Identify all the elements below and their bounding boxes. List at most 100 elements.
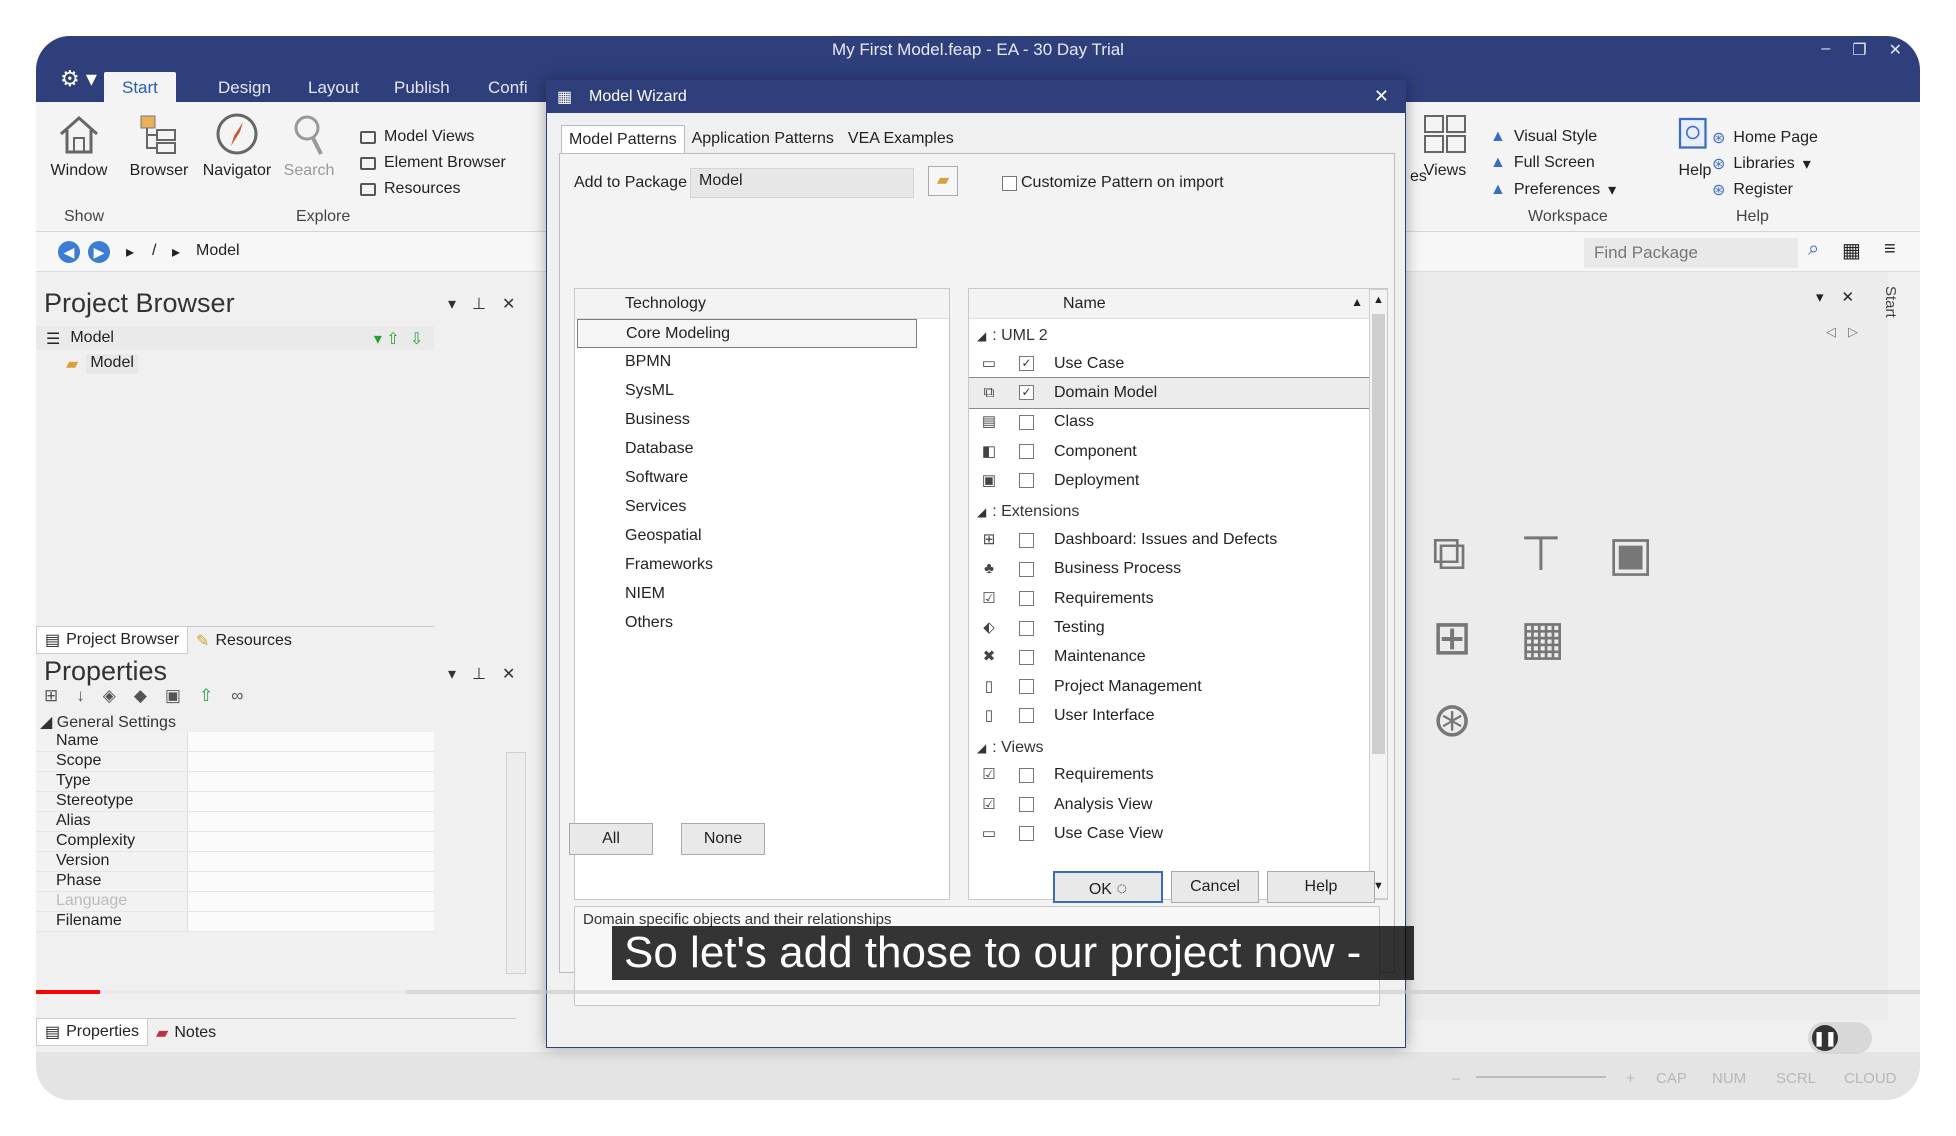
search-icon[interactable]: ⌕ (1808, 238, 1819, 261)
tab-configure[interactable]: Confi (470, 72, 546, 102)
tiles-icon[interactable]: ▦ (1520, 610, 1565, 666)
tree-model-node[interactable]: ▰ Model (36, 350, 434, 374)
full-screen-button[interactable]: ▲ Full Screen (1490, 154, 1595, 172)
preferences-button[interactable]: ▲ Preferences ▾ (1490, 180, 1616, 200)
checkbox-unchecked[interactable] (1019, 473, 1034, 489)
pattern-item[interactable]: ▯ User Interface (969, 701, 1387, 730)
property-row[interactable]: Version (36, 852, 434, 872)
sort-az-icon[interactable]: ↓ (76, 686, 85, 706)
customize-pattern-checkbox[interactable]: Customize Pattern on import (1002, 174, 1224, 192)
checkbox-unchecked[interactable] (1019, 561, 1034, 577)
technology-item[interactable]: Geospatial (575, 522, 949, 551)
link-icon[interactable]: ∞ (231, 686, 243, 706)
pattern-item[interactable]: ☑ Requirements (969, 584, 1387, 613)
libraries-button[interactable]: ⊛ Libraries ▾ (1712, 154, 1811, 174)
close-icon[interactable]: ✕ (1842, 288, 1855, 306)
checkbox-checked[interactable]: ✓ (1019, 356, 1034, 372)
select-none-button[interactable]: None (681, 823, 765, 855)
browse-package-button[interactable]: ▰ (928, 166, 958, 196)
technology-item[interactable]: SysML (575, 377, 949, 406)
restore-button[interactable]: ❐ (1852, 40, 1866, 60)
ok-button[interactable]: OK ◌ (1053, 871, 1163, 903)
scroll-up-icon[interactable]: ▲ (1373, 294, 1384, 306)
property-row[interactable]: Type (36, 772, 434, 792)
tab-design[interactable]: Design (200, 72, 289, 102)
zoom-slider[interactable] (1476, 1076, 1606, 1078)
chevron-down-icon[interactable]: ▾ (448, 294, 456, 314)
find-package-input[interactable]: Find Package (1584, 238, 1798, 268)
chevron-down-icon[interactable]: ▾ (448, 664, 456, 684)
tab-notes[interactable]: ▰ Notes (148, 1019, 224, 1046)
technology-item[interactable]: Others (575, 609, 949, 638)
checkbox-unchecked[interactable] (1019, 649, 1034, 665)
pattern-item[interactable]: ⊞ Dashboard: Issues and Defects (969, 525, 1387, 554)
pin-icon[interactable]: ⊥ (472, 664, 486, 684)
tab-project-browser[interactable]: ▤ Project Browser (36, 627, 189, 654)
pattern-item[interactable]: ▭ Use Case View (969, 819, 1387, 848)
checkbox-unchecked[interactable] (1019, 826, 1034, 842)
select-all-button[interactable]: All (569, 823, 653, 855)
tab-publish[interactable]: Publish (376, 72, 468, 102)
property-row[interactable]: Scope (36, 752, 434, 772)
pattern-item[interactable]: ▯ Project Management (969, 672, 1387, 701)
scroll-left-icon[interactable]: ◁ (1826, 324, 1836, 340)
pattern-item[interactable]: ♣ Business Process (969, 555, 1387, 584)
move-down-icon[interactable]: ⇩ (410, 329, 423, 350)
close-icon[interactable]: ✕ (502, 294, 515, 314)
windows-icon[interactable]: ⧉ (1432, 526, 1466, 582)
tab-properties[interactable]: ▤ Properties (36, 1019, 149, 1046)
pattern-item[interactable]: ☑ Requirements (969, 761, 1387, 790)
property-row[interactable]: Language (36, 892, 434, 912)
video-progress-bar[interactable] (36, 990, 1920, 994)
general-settings-header[interactable]: ◢ General Settings (36, 712, 434, 732)
app-menu-icon[interactable]: ⚙ ▾ (60, 66, 97, 92)
model-views-button[interactable]: Model Views (360, 128, 474, 146)
tag-value-icon[interactable]: ◆ (134, 686, 147, 706)
pin-icon[interactable]: ⊥ (472, 294, 486, 314)
technology-item[interactable]: Services (575, 493, 949, 522)
side-tab-start[interactable]: Start (1882, 286, 1899, 318)
checkbox-unchecked[interactable] (1019, 797, 1034, 812)
forward-button[interactable]: ▶ (88, 241, 110, 263)
folder-check-icon[interactable]: ▣ (1608, 526, 1653, 582)
pattern-group-header[interactable]: ◢: UML 2 (969, 319, 1387, 349)
tab-application-patterns[interactable]: Application Patterns (685, 125, 841, 154)
cancel-button[interactable]: Cancel (1171, 871, 1259, 903)
technology-item[interactable]: Software (575, 464, 949, 493)
breadcrumb-model[interactable]: Model (196, 242, 240, 260)
pattern-item[interactable]: ▭ ✓ Use Case (969, 349, 1387, 378)
checkbox-unchecked[interactable] (1019, 532, 1034, 548)
browser-button[interactable]: Browser (116, 112, 202, 180)
tag-icon[interactable]: ◈ (103, 686, 116, 706)
technology-item[interactable]: BPMN (575, 348, 949, 377)
scroll-right-icon[interactable]: ▷ (1848, 324, 1858, 340)
register-button[interactable]: ⊛ Register (1712, 180, 1793, 200)
checkbox-unchecked[interactable] (1002, 175, 1017, 191)
pattern-list-scrollbar[interactable]: ▲ ▼ (1369, 289, 1387, 899)
properties-scrollbar[interactable] (506, 752, 526, 974)
edit-icon[interactable]: ▣ (165, 686, 181, 706)
window-button[interactable]: Window (36, 112, 122, 180)
pattern-item[interactable]: ✖ Maintenance (969, 643, 1387, 672)
up-arrow-icon[interactable]: ⇧ (199, 686, 213, 706)
tab-layout[interactable]: Layout (290, 72, 377, 102)
autoplay-toggle[interactable]: ❚❚ (1808, 1022, 1872, 1054)
pattern-group-header[interactable]: ◢: Views (969, 731, 1387, 761)
pattern-item[interactable]: ▣ Deployment (969, 466, 1387, 495)
zoom-minus[interactable]: – (1452, 1070, 1460, 1087)
pattern-group-header[interactable]: ◢: Extensions (969, 495, 1387, 525)
resources-button[interactable]: Resources (360, 180, 460, 198)
tab-vea-examples[interactable]: VEA Examples (841, 125, 961, 154)
pattern-item[interactable]: ◧ Component (969, 437, 1387, 466)
element-browser-button[interactable]: Element Browser (360, 154, 506, 172)
categorized-icon[interactable]: ⊞ (44, 686, 58, 706)
checkbox-unchecked[interactable] (1019, 620, 1034, 636)
technology-item[interactable]: Frameworks (575, 551, 949, 580)
pattern-item[interactable]: ⬖ Testing (969, 613, 1387, 642)
checkbox-checked[interactable]: ✓ (1019, 385, 1034, 401)
wheel-icon[interactable]: ⊛ (1432, 692, 1472, 748)
technology-item[interactable]: Business (575, 406, 949, 435)
scrollbar-thumb[interactable] (1372, 314, 1385, 754)
collapse-icon[interactable]: ◢ (977, 741, 986, 755)
tree-root-row[interactable]: ☰ Model ▾ ⇧ ⇩ (36, 326, 434, 350)
